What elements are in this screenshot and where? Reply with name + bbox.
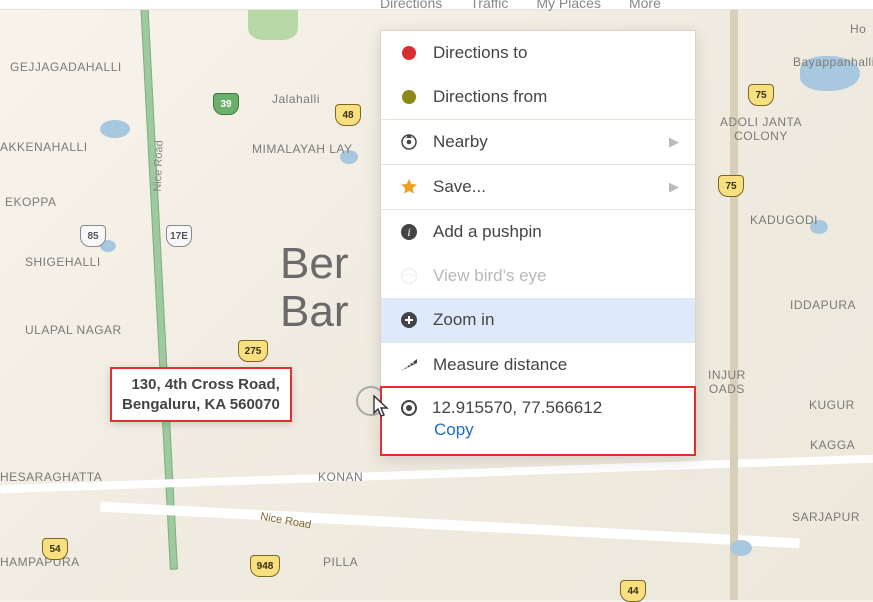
highway-shield: 75 — [718, 175, 744, 197]
coordinates-section: 12.915570, 77.566612 Copy — [380, 386, 696, 456]
menu-measure-distance[interactable]: Measure distance — [381, 343, 695, 387]
menu-label: Add a pushpin — [433, 222, 542, 242]
target-icon — [399, 132, 419, 152]
star-icon — [399, 177, 419, 197]
nav-directions[interactable]: Directions — [380, 0, 442, 11]
chevron-right-icon: ▶ — [669, 179, 679, 195]
info-icon: i — [399, 222, 419, 242]
copy-coordinates-link[interactable]: Copy — [434, 420, 474, 440]
menu-zoom-in[interactable]: Zoom in — [381, 298, 695, 342]
highway-shield: 17E — [166, 225, 192, 247]
highway-shield: 85 — [80, 225, 106, 247]
nav-myplaces[interactable]: My Places — [536, 0, 601, 11]
birdseye-icon — [399, 266, 419, 286]
address-tooltip: 130, 4th Cross Road, Bengaluru, KA 56007… — [110, 367, 292, 422]
road-label: Nice Road — [152, 140, 166, 192]
highway-shield: 275 — [238, 340, 268, 362]
menu-label: Directions from — [433, 87, 547, 107]
address-line1: 130, 4th Cross Road, — [122, 375, 280, 395]
highway-shield: 948 — [250, 555, 280, 577]
menu-label: Nearby — [433, 132, 488, 152]
coordinates-text: 12.915570, 77.566612 — [432, 398, 602, 418]
highway-shield: 39 — [213, 93, 239, 115]
chevron-right-icon: ▶ — [669, 134, 679, 150]
top-nav: Directions Traffic My Places More — [380, 0, 661, 11]
context-menu: Directions to Directions from Nearby ▶ S… — [380, 30, 696, 456]
menu-save[interactable]: Save... ▶ — [381, 165, 695, 209]
highway-shield: 44 — [620, 580, 646, 602]
svg-text:i: i — [407, 225, 410, 239]
menu-directions-from[interactable]: Directions from — [381, 75, 695, 119]
ruler-icon — [399, 355, 419, 375]
menu-label: Save... — [433, 177, 486, 197]
highway-shield: 54 — [42, 538, 68, 560]
nav-traffic[interactable]: Traffic — [470, 0, 508, 11]
olive-dot-icon — [399, 87, 419, 107]
plus-circle-icon — [399, 310, 419, 330]
menu-birds-eye: View bird's eye — [381, 254, 695, 298]
menu-add-pushpin[interactable]: i Add a pushpin — [381, 210, 695, 254]
red-dot-icon — [399, 43, 419, 63]
menu-label: View bird's eye — [433, 266, 547, 286]
menu-label: Zoom in — [433, 310, 494, 330]
address-line2: Bengaluru, KA 560070 — [122, 395, 280, 415]
menu-label: Measure distance — [433, 355, 567, 375]
highway-shield: 48 — [335, 104, 361, 126]
nav-more[interactable]: More — [629, 0, 661, 11]
menu-label: Directions to — [433, 43, 527, 63]
menu-directions-to[interactable]: Directions to — [381, 31, 695, 75]
highway-shield: 75 — [748, 84, 774, 106]
radio-icon — [400, 399, 418, 417]
menu-nearby[interactable]: Nearby ▶ — [381, 120, 695, 164]
